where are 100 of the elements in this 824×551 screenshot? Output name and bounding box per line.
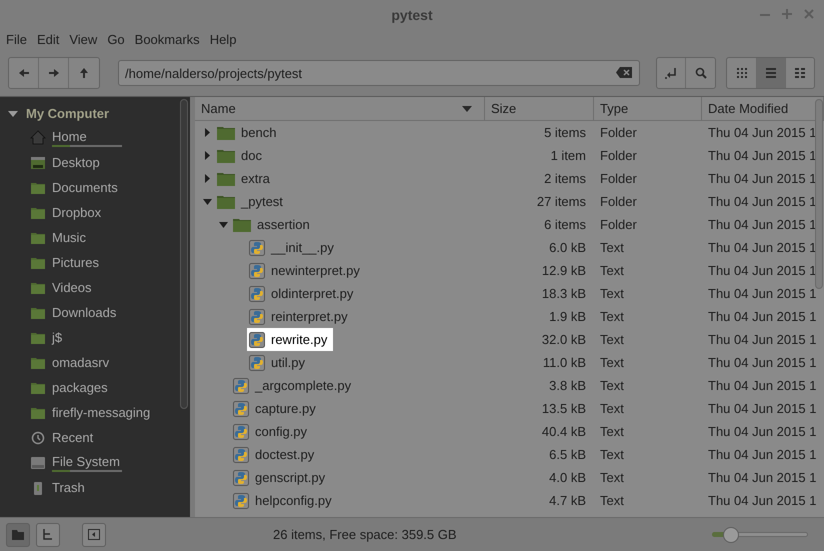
expander-icon[interactable] [219, 220, 228, 229]
expander-icon[interactable] [203, 151, 212, 160]
date-cell-text: Thu 04 Jun 2015 1 [707, 422, 816, 441]
size-cell-text: 32.0 kB [540, 330, 587, 349]
menu-item[interactable]: Bookmarks [134, 30, 200, 50]
sidebar-item[interactable]: Recent [0, 425, 178, 450]
status-text: 26 items, Free space: 359.5 GB [273, 526, 457, 544]
sidebar-item[interactable]: Downloads [0, 300, 178, 325]
clear-icon[interactable] [616, 67, 632, 78]
date-cell-text: Thu 04 Jun 2015 1 [707, 354, 816, 372]
file-name: rewrite.py [271, 330, 328, 349]
sidebar-item[interactable]: firefly-messaging [0, 400, 178, 425]
type-cell-text: Text [599, 284, 625, 303]
sidebar-heading: My Computer [26, 105, 110, 124]
size-cell-text: 12.9 kB [540, 262, 587, 280]
search-icon [694, 67, 706, 79]
sidebar-item[interactable]: Music [0, 225, 178, 250]
python-file-icon [233, 470, 249, 486]
sidebar-item[interactable]: j$ [0, 325, 178, 350]
sidebar-item-label: Music [52, 230, 86, 245]
file-row[interactable]: reinterpret.py 1.9 kB Text Thu 04 Jun 2015 1 [195, 305, 824, 328]
tree-button[interactable] [36, 522, 60, 546]
column-header[interactable]: Size [485, 97, 594, 120]
right-arrow-icon [48, 68, 58, 78]
file-row[interactable]: oldinterpret.py 18.3 kB Text Thu 04 Jun 2015 1 [195, 282, 824, 305]
return-arrow-icon [665, 67, 677, 79]
size-cell-text: 6.0 kB [548, 238, 587, 257]
file-name: __init__.py [271, 238, 334, 257]
sidebar-item[interactable]: omadasrv [0, 350, 178, 375]
clock-icon [30, 430, 46, 446]
sidebar-item[interactable]: Dropbox [0, 200, 178, 225]
size-cell-text: 13.5 kB [540, 400, 587, 418]
menu-item[interactable]: Help [210, 30, 236, 50]
sidebar-item[interactable]: Home [0, 125, 178, 150]
sidebar-item[interactable]: packages [0, 375, 178, 400]
type-cell-text: Folder [599, 192, 638, 211]
python-file-icon [249, 262, 265, 278]
sidebar-item[interactable]: Pictures [0, 250, 178, 275]
file-name: genscript.py [255, 468, 326, 487]
size-cell-text: 6.5 kB [548, 446, 587, 464]
file-name: util.py [271, 354, 305, 372]
expander-icon[interactable] [203, 197, 212, 206]
date-cell-text: Thu 04 Jun 2015 1 [707, 376, 816, 395]
sidebar-item-label: j$ [52, 330, 62, 345]
tree-icon [42, 529, 54, 540]
expander-icon[interactable] [203, 128, 212, 137]
file-row[interactable]: rewrite.py 32.0 kB Text Thu 04 Jun 2015 1 [195, 328, 824, 351]
file-row[interactable]: doctest.py 6.5 kB Text Thu 04 Jun 2015 1 [195, 443, 824, 466]
type-cell-text: Text [599, 376, 625, 395]
sidebar-item[interactable]: Videos [0, 275, 178, 300]
type-cell-text: Text [599, 422, 625, 441]
size-cell-text: 6 items [543, 216, 587, 234]
file-row[interactable]: capture.py 13.5 kB Text Thu 04 Jun 2015 1 [195, 397, 824, 420]
list-view-button[interactable] [756, 58, 785, 88]
type-cell-text: Folder [599, 146, 638, 165]
file-row[interactable]: helpconfig.py 4.7 kB Text Thu 04 Jun 2015 1 [195, 489, 824, 512]
type-cell-text: Text [599, 400, 625, 418]
column-header[interactable]: Type [594, 97, 702, 120]
date-cell-text: Thu 04 Jun 2015 1 [707, 330, 816, 349]
size-cell-text: 27 items [536, 192, 587, 211]
sidebar-scrollbar[interactable] [178, 97, 190, 517]
column-header[interactable]: Name [195, 97, 485, 120]
expander-icon[interactable] [8, 109, 18, 119]
sidebar-item-label: Pictures [52, 255, 99, 270]
file-row[interactable]: _argcomplete.py 3.8 kB Text Thu 04 Jun 2015 1 [195, 374, 824, 397]
sidebar-item[interactable]: Documents [0, 175, 178, 200]
file-name: reinterpret.py [271, 308, 348, 326]
size-cell-text: 4.0 kB [548, 468, 587, 487]
python-file-icon [249, 240, 265, 256]
type-cell-text: Folder [599, 216, 638, 234]
menu-item[interactable]: File [6, 30, 27, 50]
hide-sidebar-button[interactable] [82, 522, 106, 546]
list-icon [766, 68, 776, 78]
sidebar-item-label: Recent [52, 430, 94, 445]
sidebar-toggle-icon [88, 529, 100, 540]
file-name: bench [241, 124, 276, 142]
folder-icon [217, 148, 235, 164]
list-scrollbar[interactable] [815, 99, 823, 289]
sidebar-item[interactable]: File System [0, 450, 178, 475]
file-name: assertion [257, 216, 310, 234]
sort-down-icon [462, 106, 472, 112]
file-row[interactable]: genscript.py 4.0 kB Text Thu 04 Jun 2015 1 [195, 466, 824, 489]
type-cell-text: Text [599, 446, 625, 464]
sidebar-item-label: packages [52, 380, 108, 395]
file-row[interactable]: util.py 11.0 kB Text Thu 04 Jun 2015 1 [195, 351, 824, 374]
type-cell-text: Text [599, 238, 625, 257]
location-field[interactable]: /home/nalderso/projects/pytest [118, 60, 640, 86]
sidebar-item-label: firefly-messaging [52, 405, 150, 420]
python-file-icon [233, 492, 249, 508]
menu-item[interactable]: Go [107, 30, 125, 50]
file-name: newinterpret.py [271, 262, 360, 280]
expander-icon[interactable] [203, 174, 212, 183]
sidebar-item-label: Home [52, 128, 88, 144]
sidebar-item[interactable]: Desktop [0, 150, 178, 175]
places-button[interactable] [6, 522, 30, 546]
menu-item[interactable]: Edit [36, 30, 60, 50]
file-row[interactable]: config.py 40.4 kB Text Thu 04 Jun 2015 1 [195, 420, 824, 443]
menu-item[interactable]: View [69, 30, 98, 50]
zoom-slider[interactable] [712, 526, 808, 542]
sidebar-item[interactable]: Trash [0, 475, 178, 500]
